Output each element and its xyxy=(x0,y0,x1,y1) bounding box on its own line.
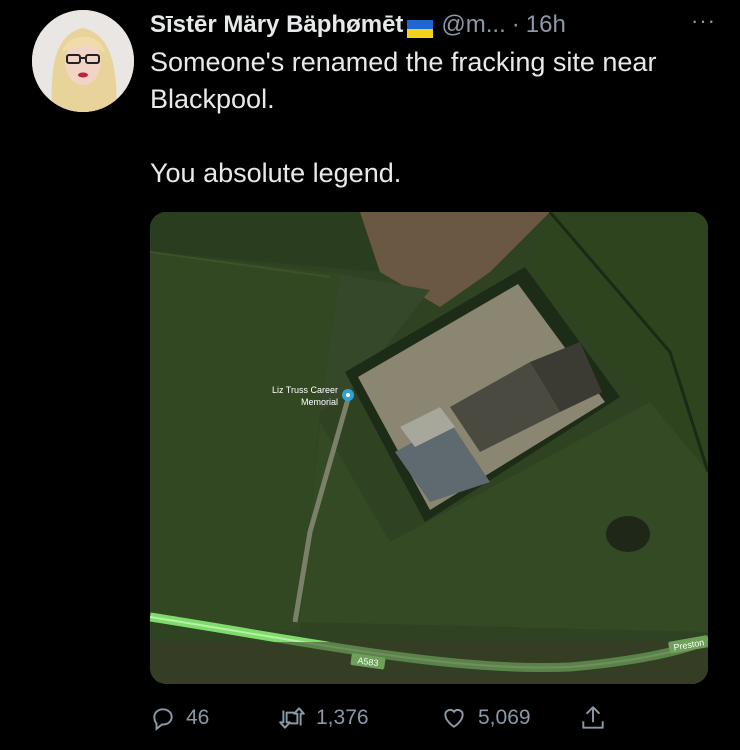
reply-icon xyxy=(153,708,173,731)
map-place-label: Liz Truss Career xyxy=(272,385,338,395)
share-icon xyxy=(582,706,604,729)
retweet-count: 1,376 xyxy=(316,706,369,729)
retweet-icon xyxy=(279,707,305,729)
avatar[interactable] xyxy=(32,10,134,112)
share-button[interactable] xyxy=(580,704,616,732)
more-icon[interactable]: ··· xyxy=(691,8,716,34)
tweet-actions: 46 1,376 5,069 xyxy=(150,700,616,736)
timestamp[interactable]: 16h xyxy=(526,11,566,39)
like-count: 5,069 xyxy=(478,706,531,729)
map-pin-icon[interactable] xyxy=(342,389,354,401)
tweet-media-map[interactable]: Liz Truss Career Memorial A583 Preston xyxy=(150,212,708,684)
map-place-label: Memorial xyxy=(301,397,338,407)
tweet-text-line: You absolute legend. xyxy=(150,158,402,188)
retweet-button[interactable]: 1,376 xyxy=(278,705,440,731)
tweet-text: Someone's renamed the fracking site near… xyxy=(150,44,730,192)
reply-count: 46 xyxy=(186,706,210,729)
like-button[interactable]: 5,069 xyxy=(440,705,580,731)
handle[interactable]: @m... xyxy=(441,11,505,39)
display-name[interactable]: Sīstēr Märy Bäphømēt xyxy=(150,11,403,39)
reply-button[interactable]: 46 xyxy=(150,705,278,731)
tweet-text-line: Someone's renamed the fracking site near… xyxy=(150,47,657,114)
flag-ukraine-icon xyxy=(407,17,434,38)
like-icon xyxy=(444,708,464,728)
separator: · xyxy=(511,11,520,38)
tweet-header: Sīstēr Märy Bäphømēt @m... · 16h ··· xyxy=(150,8,720,40)
